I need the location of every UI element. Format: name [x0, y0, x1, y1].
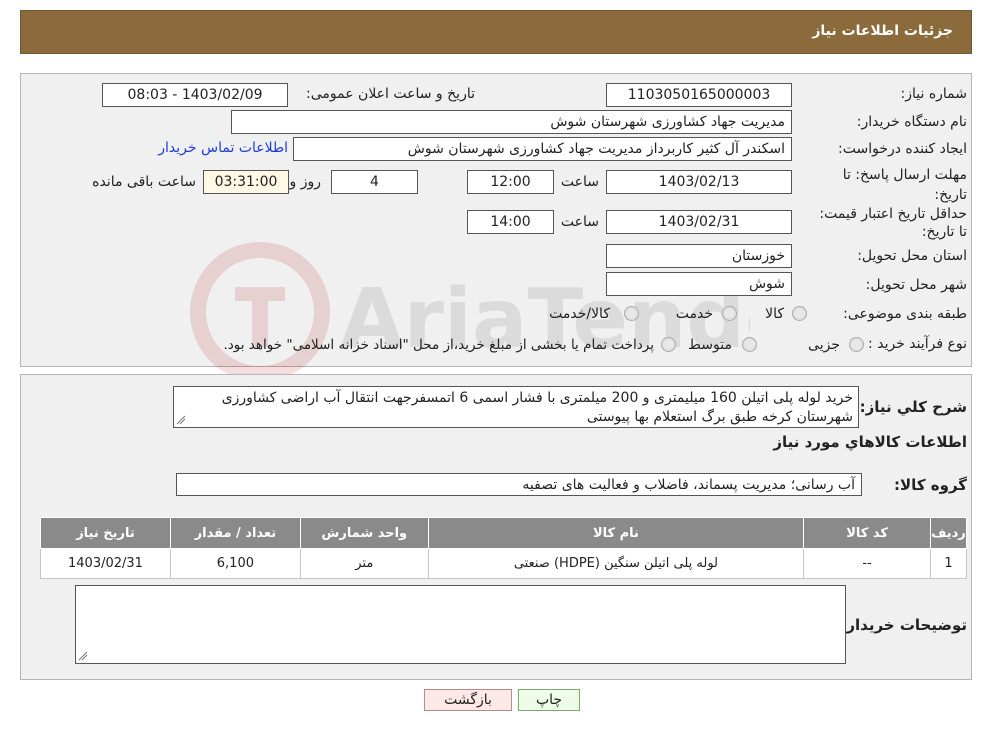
province-label: استان محل تحویل:	[857, 248, 967, 264]
goods-group-label: گروه کالا:	[894, 476, 967, 494]
cell-name: لوله پلی اتیلن سنگین (HDPE) صنعتی	[427, 548, 805, 579]
announce-label: تاریخ و ساعت اعلان عمومی:	[306, 86, 475, 102]
days-field: 4	[331, 170, 418, 194]
city-label: شهر محل تحویل:	[865, 277, 967, 293]
deadline-time-label: ساعت	[560, 174, 599, 190]
requester-label: ایجاد کننده درخواست:	[838, 141, 967, 157]
summary-textarea[interactable]: خرید لوله پلی اتیلن 160 میلیمتری و 200 م…	[173, 386, 859, 428]
summary-label: شرح کلي نياز:	[859, 398, 967, 416]
price-validity-time-label: ساعت	[560, 214, 599, 230]
resize-grip-icon[interactable]	[176, 415, 186, 425]
cell-code: --	[803, 548, 932, 579]
need-number-label: شماره نیاز:	[900, 86, 968, 102]
city-field: شوش	[606, 272, 792, 296]
category-option-goods: کالا	[765, 306, 784, 322]
col-need-date: تاریخ نیاز	[40, 517, 171, 549]
items-table: ردیف کد کالا نام کالا واحد شمارش تعداد /…	[40, 517, 967, 579]
remaining-time-field: 03:31:00	[203, 170, 289, 194]
process-radio-minor[interactable]	[849, 337, 864, 352]
buyer-notes-label: توضیحات خریدار:	[840, 616, 967, 634]
process-option-minor: جزیی	[808, 337, 840, 353]
buyer-notes-textarea[interactable]	[75, 585, 846, 664]
page-header: جزئیات اطلاعات نیاز	[20, 10, 972, 54]
price-validity-label: حداقل تاریخ اعتبار قیمت: تا تاریخ:	[819, 206, 967, 240]
table-row: 1 -- لوله پلی اتیلن سنگین (HDPE) صنعتی م…	[40, 548, 967, 579]
remaining-label: ساعت باقی مانده	[92, 174, 196, 190]
cell-quantity: 6,100	[169, 548, 301, 579]
category-radio-goods[interactable]	[792, 306, 807, 321]
table-header-row: ردیف کد کالا نام کالا واحد شمارش تعداد /…	[40, 517, 967, 549]
deadline-time-field: 12:00	[467, 170, 554, 194]
col-name: نام کالا	[427, 517, 805, 549]
category-label: طبقه بندی موضوعی:	[843, 306, 967, 322]
process-label: نوع فرآیند خرید :	[868, 336, 967, 352]
cell-need-date: 1403/02/31	[40, 548, 171, 579]
category-option-service: خدمت	[675, 306, 713, 322]
category-radio-service[interactable]	[722, 306, 737, 321]
goods-info-title: اطلاعات کالاهاي مورد نياز	[773, 433, 967, 451]
process-note: پرداخت تمام یا بخشی از مبلغ خرید،از محل …	[223, 337, 654, 353]
col-unit: واحد شمارش	[299, 517, 429, 549]
summary-text: خرید لوله پلی اتیلن 160 میلیمتری و 200 م…	[221, 390, 853, 425]
print-button[interactable]: چاپ	[518, 689, 580, 711]
days-label: روز و	[289, 174, 322, 190]
col-quantity: تعداد / مقدار	[169, 517, 301, 549]
treasury-docs-checkbox[interactable]	[661, 337, 676, 352]
page-title: جزئیات اطلاعات نیاز	[812, 23, 953, 39]
process-radio-medium[interactable]	[742, 337, 757, 352]
buyer-contact-link[interactable]: اطلاعات تماس خریدار	[158, 140, 288, 156]
resize-grip-icon[interactable]	[78, 651, 88, 661]
col-row: ردیف	[930, 517, 967, 549]
col-code: کد کالا	[803, 517, 932, 549]
category-option-goods-service: کالا/خدمت	[549, 306, 610, 322]
process-option-medium: متوسط	[688, 337, 732, 353]
need-number-field: 1103050165000003	[606, 83, 792, 107]
province-field: خوزستان	[606, 244, 792, 268]
buyer-org-field: مدیریت جهاد کشاورزی شهرستان شوش	[231, 110, 792, 134]
requester-field: اسکندر آل کثیر کاربرداز مدیریت جهاد کشاو…	[293, 137, 792, 161]
buyer-org-label: نام دستگاه خریدار:	[856, 114, 967, 130]
price-validity-date-field: 1403/02/31	[606, 210, 792, 234]
category-radio-goods-service[interactable]	[624, 306, 639, 321]
deadline-date-field: 1403/02/13	[606, 170, 792, 194]
cell-unit: متر	[299, 548, 429, 579]
deadline-label: مهلت ارسال پاسخ: تا تاریخ:	[842, 167, 967, 203]
goods-group-field: آب رسانی؛ مدیریت پسماند، فاضلاب و فعالیت…	[176, 473, 862, 496]
price-validity-time-field: 14:00	[467, 210, 554, 234]
back-button[interactable]: بازگشت	[424, 689, 512, 711]
cell-row: 1	[930, 548, 967, 579]
announce-field: 1403/02/09 - 08:03	[102, 83, 288, 107]
